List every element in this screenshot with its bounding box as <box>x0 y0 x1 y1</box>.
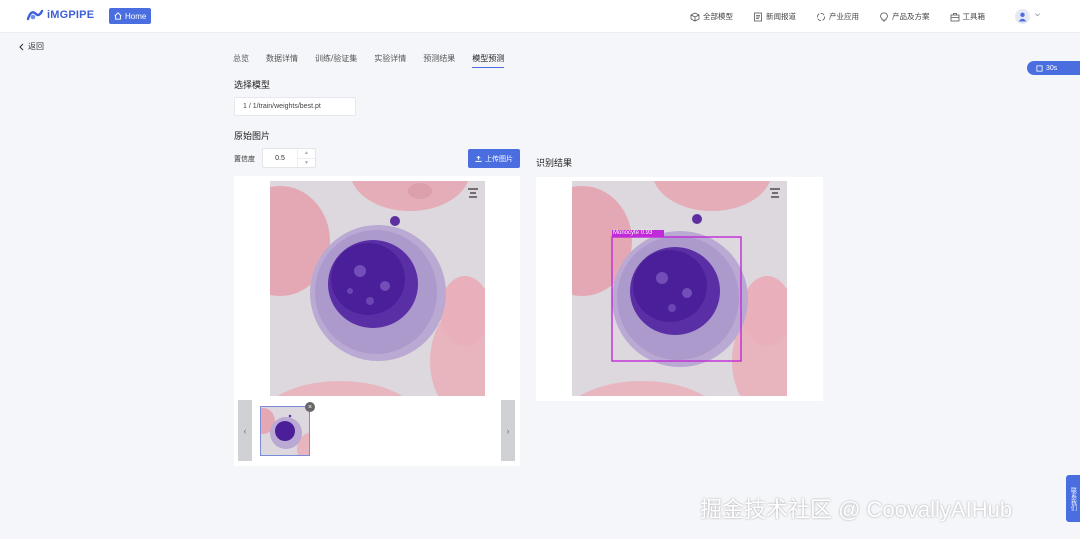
chevron-down-icon[interactable] <box>1034 11 1041 18</box>
nav-item-news[interactable]: 新闻报道 <box>753 11 796 22</box>
home-button[interactable]: Home <box>109 8 152 24</box>
nav-item-label: 产品及方案 <box>892 12 930 21</box>
thumbnail-image[interactable] <box>260 406 310 456</box>
model-section-label: 选择模型 <box>234 80 271 90</box>
logo-text: iMGPIPE <box>47 9 95 21</box>
back-label: 返回 <box>28 42 44 51</box>
upload-icon <box>475 155 482 162</box>
tab-bar: 总览 数据详情 训练/验证集 实验详情 预测结果 模型预测 <box>233 53 521 68</box>
detection-label: Monocyte 0.93 <box>613 230 653 236</box>
nav-item-all-models[interactable]: 全部模型 <box>690 11 733 22</box>
confidence-label: 置信度 <box>234 156 255 163</box>
logo-icon <box>26 8 44 22</box>
increment-icon[interactable]: ▲ <box>298 149 315 158</box>
home-icon <box>114 12 122 20</box>
document-icon <box>754 12 762 21</box>
nav-item-industry[interactable]: 产业应用 <box>816 11 859 22</box>
contact-side-tab[interactable]: 联系我们 <box>1066 475 1080 522</box>
nav-item-toolbox[interactable]: 工具箱 <box>950 11 986 22</box>
decrement-icon[interactable]: ▼ <box>298 157 315 168</box>
home-button-label: Home <box>125 11 147 21</box>
tab-model-predict[interactable]: 模型预测 <box>472 53 505 68</box>
refresh-icon <box>1036 64 1043 72</box>
logo[interactable]: iMGPIPE <box>26 8 94 22</box>
user-icon <box>1018 12 1027 22</box>
original-section-label: 原始图片 <box>234 131 271 141</box>
cycle-icon <box>817 12 825 21</box>
close-icon[interactable]: × <box>305 402 315 412</box>
chevron-left-icon <box>19 43 24 50</box>
cube-icon <box>690 12 700 21</box>
avatar[interactable] <box>1015 9 1030 24</box>
tab-experiment[interactable]: 实验详情 <box>374 53 406 68</box>
nav-item-solutions[interactable]: 产品及方案 <box>879 11 930 22</box>
toolbox-icon <box>950 12 959 21</box>
bulb-icon <box>880 12 888 21</box>
result-cell-image <box>572 181 787 396</box>
timer-label: 30s <box>1046 64 1058 72</box>
watermark: 掘金技术社区 @ CoovallyAIHub <box>700 497 1013 522</box>
original-cell-image <box>270 181 485 396</box>
result-section-label: 识别结果 <box>536 158 573 168</box>
tab-predictions[interactable]: 预测结果 <box>423 53 455 68</box>
chevron-right-icon[interactable]: › <box>501 400 515 461</box>
back-link[interactable]: 返回 <box>18 41 44 52</box>
thumbnail-strip: ‹ › <box>238 400 516 461</box>
nav-item-label: 工具箱 <box>962 12 986 21</box>
upload-label: 上传图片 <box>485 155 513 163</box>
top-header: iMGPIPE Home 全部模型 新闻报道 产业应用 产品及方案 工具箱 <box>0 0 1080 33</box>
upload-image-button[interactable]: 上传图片 <box>468 149 520 168</box>
top-nav: 全部模型 新闻报道 产业应用 产品及方案 工具箱 <box>690 0 985 33</box>
tab-data-details[interactable]: 数据详情 <box>266 53 298 68</box>
nav-item-label: 新闻报道 <box>766 12 796 21</box>
tab-train-val[interactable]: 训练/验证集 <box>315 53 357 68</box>
tab-overview[interactable]: 总览 <box>233 53 249 68</box>
model-select[interactable]: 1 / 1/train/weights/best.pt <box>234 97 356 116</box>
confidence-value[interactable]: 0.5 <box>263 149 297 167</box>
chevron-left-icon[interactable]: ‹ <box>238 400 252 461</box>
nav-item-label: 产业应用 <box>829 12 859 21</box>
confidence-stepper[interactable]: 0.5 ▲ ▼ <box>262 148 316 168</box>
timer-button[interactable]: 30s <box>1027 61 1080 75</box>
nav-item-label: 全部模型 <box>703 12 733 21</box>
